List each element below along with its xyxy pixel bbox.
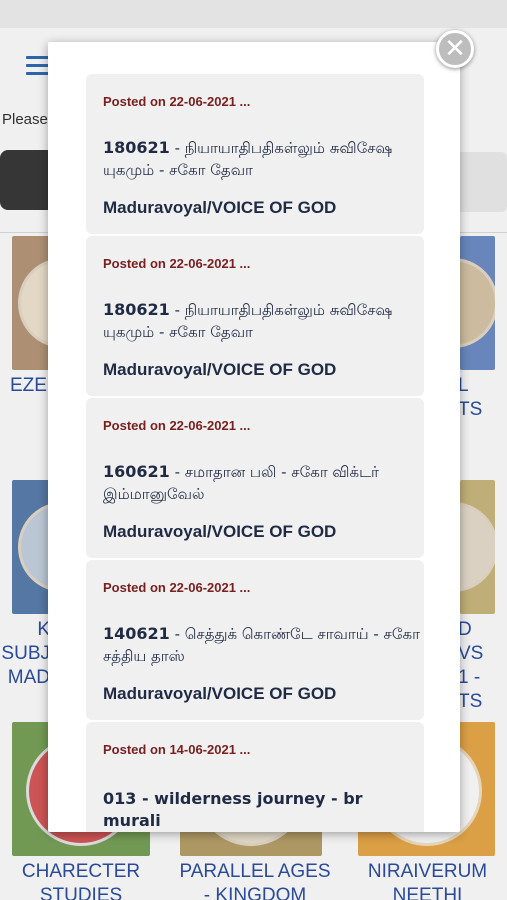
post-title: 180621 - நியாயாதிபதிகள்லும் சுவிசேஷ யுகம… [103,138,393,179]
post-date: Posted on 22-06-2021 ... [103,256,251,271]
post-title: 160621 - சமாதான பலி - சகோ விக்டர் இம்மான… [103,462,379,503]
post-date: Posted on 22-06-2021 ... [103,580,251,595]
post-item[interactable]: Posted on 22-06-2021 ... 140621 - செத்து… [86,560,424,720]
post-source: Maduravoyal/VOICE OF GOD [103,684,337,703]
post-source: Maduravoyal/VOICE OF GOD [103,360,337,379]
close-icon[interactable]: ✕ [436,30,474,68]
post-date: Posted on 22-06-2021 ... [103,418,251,433]
post-title: 180621 - நியாயாதிபதிகள்லும் சுவிசேஷ யுகம… [103,300,393,341]
post-title: 013 - wilderness journey - br murali [103,789,363,830]
post-source: Maduravoyal/VOICE OF GOD [103,522,337,541]
post-date: Posted on 14-06-2021 ... [103,742,251,757]
post-date: Posted on 22-06-2021 ... [103,94,251,109]
post-source: Maduravoyal/VOICE OF GOD [103,198,337,217]
posts-modal: Posted on 22-06-2021 ... 180621 - நியாயா… [48,42,460,832]
post-title: 140621 - செத்துக் கொண்டே சாவாய் - சகோ சத… [103,624,420,665]
post-item[interactable]: Posted on 22-06-2021 ... 180621 - நியாயா… [86,74,424,234]
posts-list: Posted on 22-06-2021 ... 180621 - நியாயா… [86,74,424,832]
post-item[interactable]: Posted on 14-06-2021 ... 013 - wildernes… [86,722,424,832]
post-item[interactable]: Posted on 22-06-2021 ... 160621 - சமாதான… [86,398,424,558]
post-item[interactable]: Posted on 22-06-2021 ... 180621 - நியாயா… [86,236,424,396]
